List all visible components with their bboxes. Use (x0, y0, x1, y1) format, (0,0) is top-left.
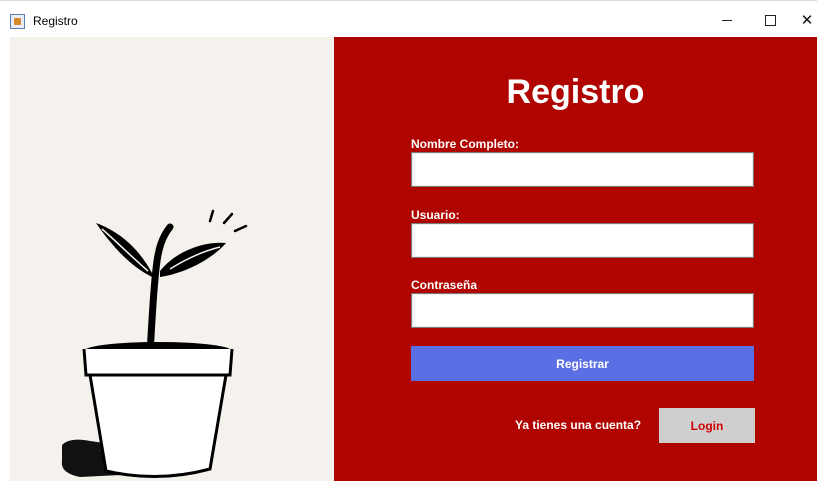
maximize-icon (764, 14, 776, 26)
full-name-label: Nombre Completo: (411, 137, 519, 151)
sparkle-line (233, 224, 248, 233)
java-app-icon (10, 14, 25, 29)
form-title: Registro (506, 73, 645, 111)
password-input[interactable] (411, 293, 754, 328)
window-titlebar: Registro ✕ (0, 0, 817, 37)
login-button[interactable]: Login (659, 408, 755, 443)
full-name-input[interactable] (411, 152, 754, 187)
pot-rim (82, 348, 234, 377)
registrar-button[interactable]: Registrar (411, 346, 754, 381)
password-label: Contraseña (411, 278, 478, 292)
close-button[interactable]: ✕ (797, 9, 817, 31)
username-label: Usuario: (411, 208, 460, 222)
pot-body (88, 373, 228, 479)
have-account-text: Ya tienes una cuenta? (515, 418, 642, 432)
sparkle-line (222, 212, 234, 225)
registration-panel: Registro Nombre Completo: Usuario: Contr… (334, 37, 817, 481)
plant-pot-illustration (61, 209, 248, 479)
illustration-panel (10, 37, 334, 481)
username-input[interactable] (411, 223, 754, 258)
maximize-button[interactable] (755, 9, 785, 31)
minimize-button[interactable] (712, 9, 742, 31)
minimize-icon (722, 19, 732, 21)
close-icon: ✕ (800, 11, 814, 29)
window-title: Registro (33, 14, 78, 28)
plant-stem (146, 223, 174, 359)
sparkle-line (208, 209, 215, 223)
